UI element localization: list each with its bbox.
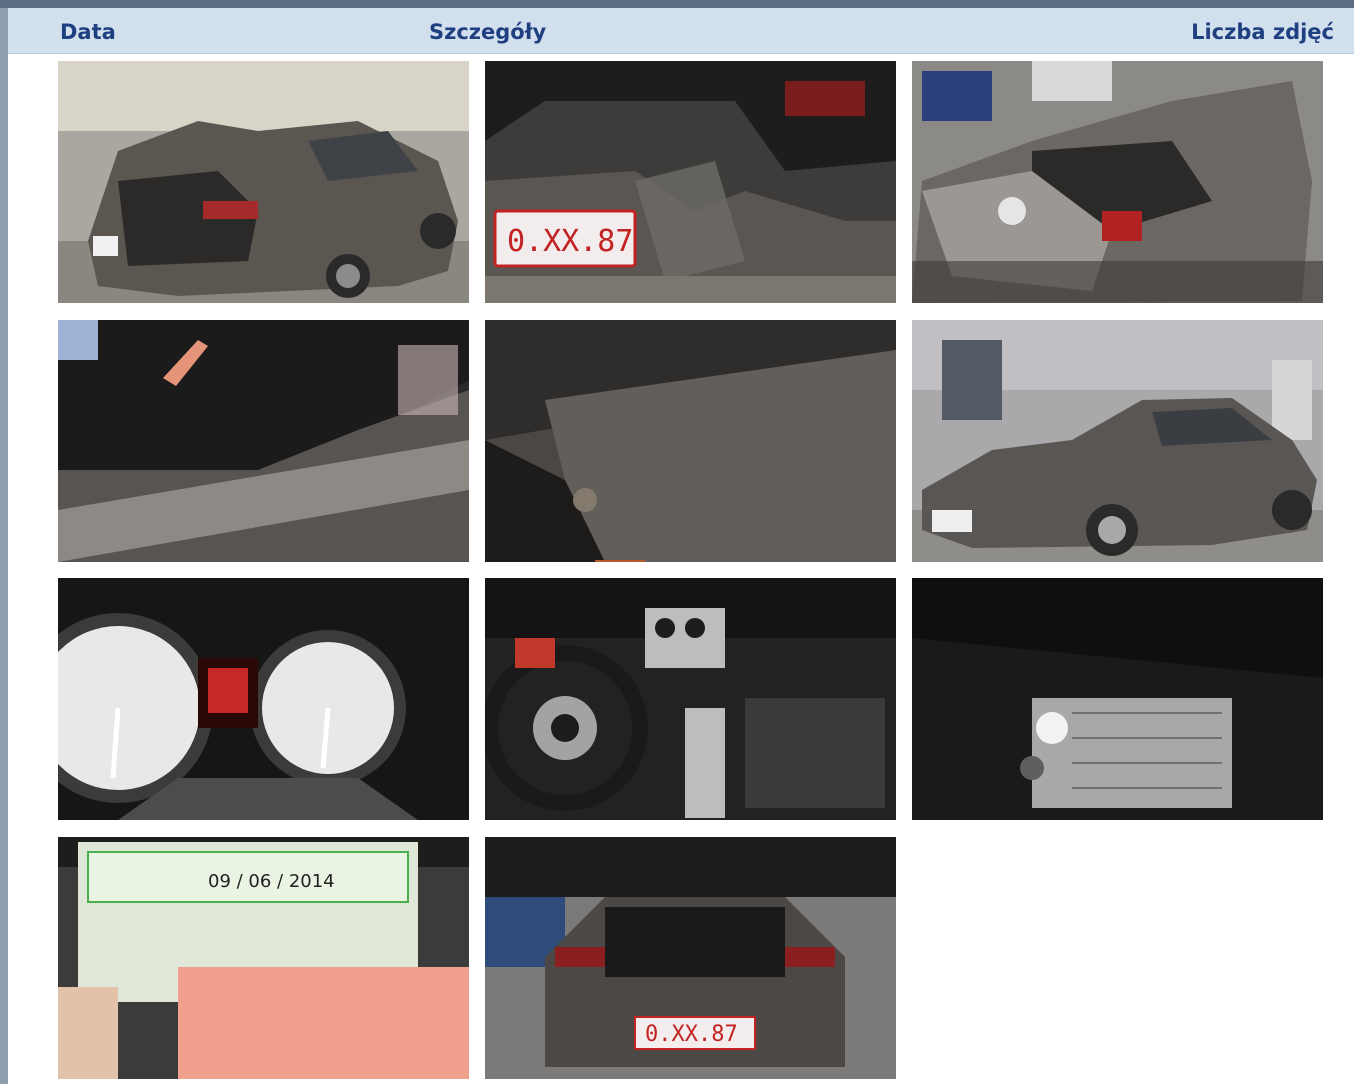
photo-icon [912,320,1323,562]
table-header: Data Szczegóły Liczba zdjęć [8,8,1354,54]
photo-icon [58,320,469,562]
photo-icon [912,578,1323,820]
column-header-details[interactable]: Szczegóły [429,20,546,44]
photo-icon [58,61,469,303]
photo-thumbnail-vin-plate[interactable] [912,578,1323,820]
photo-thumbnail-interior-dashboard[interactable] [485,578,896,820]
plate-text: 0.XX.87 [645,1022,738,1047]
plate-text: 0.XX.87 [507,224,633,259]
left-frame-bar [0,8,8,1084]
certificate-date: 09 / 06 / 2014 [208,871,335,892]
photo-thumbnail-crushed-rear-top-view[interactable] [912,61,1323,303]
top-frame-bar [0,0,1354,8]
photo-icon [485,320,896,562]
photo-icon: 0.XX.87 [485,61,896,303]
photo-thumbnail-car-front-three-quarter[interactable] [912,320,1323,562]
column-header-photo-count[interactable]: Liczba zdjęć [1191,20,1334,44]
photo-icon [485,578,896,820]
photo-thumbnail-inner-panel-closeup[interactable] [485,320,896,562]
photo-icon [58,578,469,820]
photo-thumbnail-car-rear-full-view[interactable]: 0.XX.87 [485,837,896,1079]
photo-thumbnail-car-rear-trunk-open[interactable] [58,61,469,303]
photo-thumbnail-inspection-certificate[interactable]: 09 / 06 / 2014 [58,837,469,1079]
photo-icon: 09 / 06 / 2014 [58,837,469,1079]
column-header-date[interactable]: Data [60,20,116,44]
photo-thumbnail-rear-bumper-plate-closeup[interactable]: 0.XX.87 [485,61,896,303]
photo-thumbnail-instrument-cluster[interactable] [58,578,469,820]
photo-icon: 0.XX.87 [485,837,896,1079]
photo-icon [912,61,1323,303]
photo-thumbnail-trunk-floor-damage[interactable] [58,320,469,562]
